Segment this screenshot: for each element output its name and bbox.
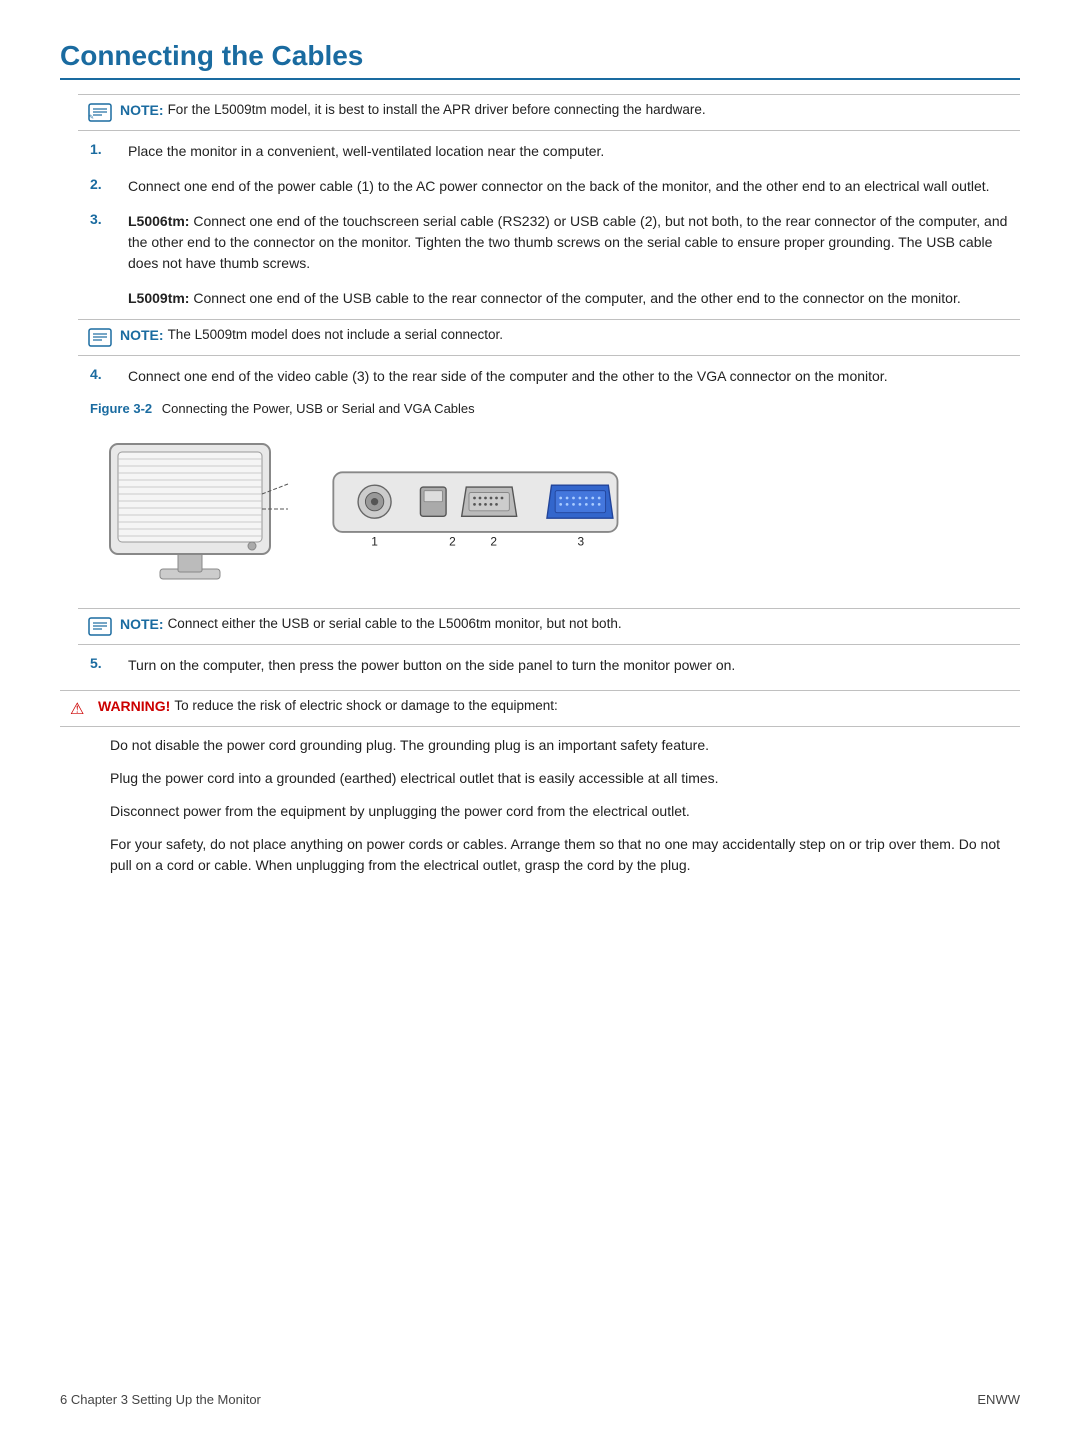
footer-left: 6 Chapter 3 Setting Up the Monitor bbox=[60, 1392, 261, 1407]
step-1-number: 1. bbox=[90, 141, 120, 157]
step-1-text: Place the monitor in a convenient, well-… bbox=[128, 141, 604, 162]
note-2-text: The L5009tm model does not include a ser… bbox=[168, 327, 503, 342]
l5009tm-note: L5009tm: Connect one end of the USB cabl… bbox=[128, 288, 1020, 309]
diagram-area: 1 2 2 3 bbox=[90, 424, 1020, 594]
note-1-text: For the L5009tm model, it is best to ins… bbox=[168, 102, 706, 117]
step-4-number: 4. bbox=[90, 366, 120, 382]
step-4: 4. Connect one end of the video cable (3… bbox=[90, 366, 1020, 387]
note-box-3: NOTE: Connect either the USB or serial c… bbox=[78, 608, 1020, 645]
note-3-label: NOTE: bbox=[120, 616, 164, 632]
step-3-text: L5006tm: Connect one end of the touchscr… bbox=[128, 211, 1020, 274]
note-3-text: Connect either the USB or serial cable t… bbox=[168, 616, 622, 631]
svg-text:3: 3 bbox=[578, 535, 585, 549]
note-icon-3 bbox=[88, 617, 114, 637]
steps-list: 1. Place the monitor in a convenient, we… bbox=[90, 141, 1020, 274]
step-5: 5. Turn on the computer, then press the … bbox=[90, 655, 1020, 676]
step-3-number: 3. bbox=[90, 211, 120, 227]
steps-list-3: 5. Turn on the computer, then press the … bbox=[90, 655, 1020, 676]
title-rule bbox=[60, 78, 1020, 80]
connector-panel-svg: 1 2 2 3 bbox=[310, 454, 650, 564]
svg-text:✎: ✎ bbox=[89, 114, 94, 121]
svg-text:1: 1 bbox=[371, 535, 378, 549]
note-1-label: NOTE: bbox=[120, 102, 164, 118]
footer: 6 Chapter 3 Setting Up the Monitor ENWW bbox=[0, 1392, 1080, 1407]
steps-list-2: 4. Connect one end of the video cable (3… bbox=[90, 366, 1020, 387]
svg-text:2: 2 bbox=[449, 535, 456, 549]
note-icon-2 bbox=[88, 328, 114, 348]
warning-para-2: Plug the power cord into a grounded (ear… bbox=[110, 768, 1020, 789]
warning-box: ⚠ WARNING! To reduce the risk of electri… bbox=[60, 690, 1020, 727]
step-3: 3. L5006tm: Connect one end of the touch… bbox=[90, 211, 1020, 274]
step-2-number: 2. bbox=[90, 176, 120, 192]
step-5-text: Turn on the computer, then press the pow… bbox=[128, 655, 735, 676]
l5009tm-bold: L5009tm: bbox=[128, 290, 189, 306]
warning-triangle-icon: ⚠ bbox=[70, 699, 92, 719]
warning-text: To reduce the risk of electric shock or … bbox=[174, 698, 557, 713]
note-icon-1: ✎ bbox=[88, 103, 114, 123]
step-5-number: 5. bbox=[90, 655, 120, 671]
note-2-label: NOTE: bbox=[120, 327, 164, 343]
figure-caption: Connecting the Power, USB or Serial and … bbox=[162, 401, 475, 416]
warning-para-3: Disconnect power from the equipment by u… bbox=[110, 801, 1020, 822]
warning-para-4: For your safety, do not place anything o… bbox=[110, 834, 1020, 876]
svg-text:2: 2 bbox=[490, 535, 497, 549]
step-3-bold: L5006tm: bbox=[128, 213, 189, 229]
page-title: Connecting the Cables bbox=[60, 40, 1020, 72]
warning-label: WARNING! bbox=[98, 698, 170, 714]
note-box-2: NOTE: The L5009tm model does not include… bbox=[78, 319, 1020, 356]
figure-label: Figure 3-2 Connecting the Power, USB or … bbox=[90, 401, 1020, 416]
step-4-text: Connect one end of the video cable (3) t… bbox=[128, 366, 888, 387]
step-1: 1. Place the monitor in a convenient, we… bbox=[90, 141, 1020, 162]
warning-para-1: Do not disable the power cord grounding … bbox=[110, 735, 1020, 756]
footer-right: ENWW bbox=[977, 1392, 1020, 1407]
monitor-svg bbox=[90, 424, 290, 594]
note-box-1: ✎ NOTE: For the L5009tm model, it is bes… bbox=[78, 94, 1020, 131]
warning-paragraphs: Do not disable the power cord grounding … bbox=[110, 735, 1020, 876]
step-2-text: Connect one end of the power cable (1) t… bbox=[128, 176, 990, 197]
step-2: 2. Connect one end of the power cable (1… bbox=[90, 176, 1020, 197]
